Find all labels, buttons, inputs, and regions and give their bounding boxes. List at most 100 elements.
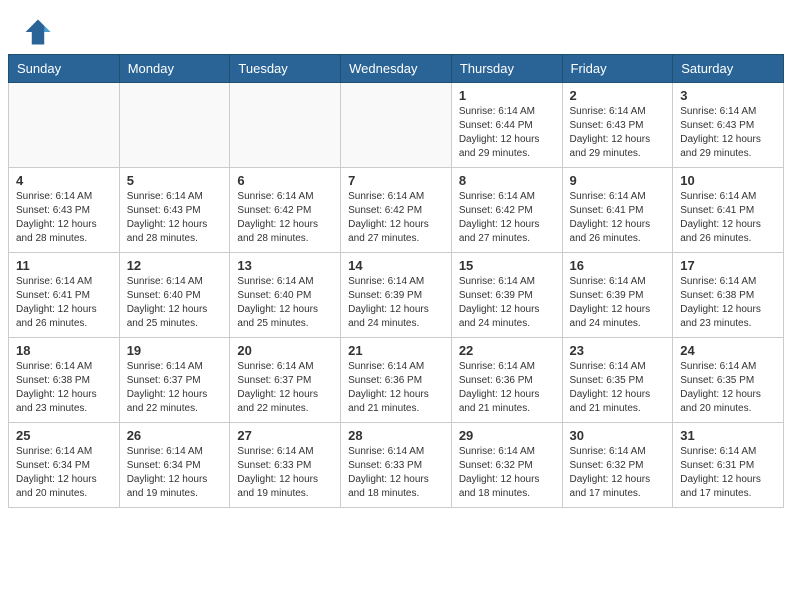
day-number: 3 [680,88,776,103]
day-number: 27 [237,428,333,443]
calendar-table: SundayMondayTuesdayWednesdayThursdayFrid… [8,54,784,508]
day-info: Sunrise: 6:14 AM Sunset: 6:42 PM Dayligh… [237,190,333,246]
day-cell: 29Sunrise: 6:14 AM Sunset: 6:32 PM Dayli… [451,423,562,508]
day-info: Sunrise: 6:14 AM Sunset: 6:33 PM Dayligh… [348,445,444,501]
day-info: Sunrise: 6:14 AM Sunset: 6:39 PM Dayligh… [348,275,444,331]
day-number: 8 [459,173,555,188]
day-cell: 13 Sunrise: 6:14 AM Sunset: 6:40 PM Dayli… [230,253,341,338]
day-cell [119,83,230,168]
day-cell: 20 Sunrise: 6:14 AM Sunset: 6:37 PM Dayli… [230,338,341,423]
day-cell: 19Sunrise: 6:14 AM Sunset: 6:37 PM Dayli… [119,338,230,423]
logo-icon [24,18,52,46]
week-row-2: 4 Sunrise: 6:14 AM Sunset: 6:43 PM Daylig… [9,168,784,253]
day-info: Sunrise: 6:14 AM Sunset: 6:43 PM Dayligh… [570,105,666,161]
day-info: Sunrise: 6:14 AM Sunset: 6:39 PM Dayligh… [459,275,555,331]
day-cell: 30Sunrise: 6:14 AM Sunset: 6:32 PM Dayli… [562,423,673,508]
day-info: Sunrise: 6:14 AM Sunset: 6:34 PM Dayligh… [16,445,112,501]
day-number: 18 [16,343,112,358]
day-cell: 7Sunrise: 6:14 AM Sunset: 6:42 PM Daylig… [341,168,452,253]
day-number: 25 [16,428,112,443]
day-number: 14 [348,258,444,273]
day-info: Sunrise: 6:14 AM Sunset: 6:43 PM Dayligh… [16,190,112,246]
day-cell: 14 Sunrise: 6:14 AM Sunset: 6:39 PM Dayli… [341,253,452,338]
day-info: Sunrise: 6:14 AM Sunset: 6:43 PM Dayligh… [127,190,223,246]
day-info: Sunrise: 6:14 AM Sunset: 6:39 PM Dayligh… [570,275,666,331]
day-number: 12 [127,258,223,273]
day-info: Sunrise: 6:14 AM Sunset: 6:33 PM Dayligh… [237,445,333,501]
day-info: Sunrise: 6:14 AM Sunset: 6:35 PM Dayligh… [570,360,666,416]
week-row-3: 11Sunrise: 6:14 AM Sunset: 6:41 PM Dayli… [9,253,784,338]
day-info: Sunrise: 6:14 AM Sunset: 6:41 PM Dayligh… [680,190,776,246]
day-cell: 11Sunrise: 6:14 AM Sunset: 6:41 PM Dayli… [9,253,120,338]
day-info: Sunrise: 6:14 AM Sunset: 6:36 PM Dayligh… [459,360,555,416]
day-cell: 28 Sunrise: 6:14 AM Sunset: 6:33 PM Dayli… [341,423,452,508]
week-row-1: 1 Sunrise: 6:14 AM Sunset: 6:44 PM Daylig… [9,83,784,168]
day-number: 11 [16,258,112,273]
day-number: 28 [348,428,444,443]
day-number: 10 [680,173,776,188]
weekday-tuesday: Tuesday [230,55,341,83]
day-cell: 6Sunrise: 6:14 AM Sunset: 6:42 PM Daylig… [230,168,341,253]
day-cell: 26Sunrise: 6:14 AM Sunset: 6:34 PM Dayli… [119,423,230,508]
day-number: 16 [570,258,666,273]
day-number: 24 [680,343,776,358]
day-number: 13 [237,258,333,273]
day-cell: 24 Sunrise: 6:14 AM Sunset: 6:35 PM Dayli… [673,338,784,423]
day-number: 23 [570,343,666,358]
calendar-wrapper: SundayMondayTuesdayWednesdayThursdayFrid… [0,54,792,516]
weekday-monday: Monday [119,55,230,83]
day-info: Sunrise: 6:14 AM Sunset: 6:36 PM Dayligh… [348,360,444,416]
day-cell: 10 Sunrise: 6:14 AM Sunset: 6:41 PM Dayli… [673,168,784,253]
day-number: 22 [459,343,555,358]
day-info: Sunrise: 6:14 AM Sunset: 6:38 PM Dayligh… [16,360,112,416]
day-cell: 1 Sunrise: 6:14 AM Sunset: 6:44 PM Daylig… [451,83,562,168]
day-info: Sunrise: 6:14 AM Sunset: 6:44 PM Dayligh… [459,105,555,161]
day-info: Sunrise: 6:14 AM Sunset: 6:32 PM Dayligh… [570,445,666,501]
day-cell: 12 Sunrise: 6:14 AM Sunset: 6:40 PM Dayli… [119,253,230,338]
day-cell: 31 Sunrise: 6:14 AM Sunset: 6:31 PM Dayli… [673,423,784,508]
day-info: Sunrise: 6:14 AM Sunset: 6:35 PM Dayligh… [680,360,776,416]
weekday-friday: Friday [562,55,673,83]
weekday-sunday: Sunday [9,55,120,83]
day-cell: 3 Sunrise: 6:14 AM Sunset: 6:43 PM Daylig… [673,83,784,168]
day-info: Sunrise: 6:14 AM Sunset: 6:38 PM Dayligh… [680,275,776,331]
day-cell: 15 Sunrise: 6:14 AM Sunset: 6:39 PM Dayli… [451,253,562,338]
day-info: Sunrise: 6:14 AM Sunset: 6:32 PM Dayligh… [459,445,555,501]
day-info: Sunrise: 6:14 AM Sunset: 6:31 PM Dayligh… [680,445,776,501]
day-info: Sunrise: 6:14 AM Sunset: 6:42 PM Dayligh… [348,190,444,246]
day-number: 5 [127,173,223,188]
day-number: 2 [570,88,666,103]
day-info: Sunrise: 6:14 AM Sunset: 6:42 PM Dayligh… [459,190,555,246]
weekday-header-row: SundayMondayTuesdayWednesdayThursdayFrid… [9,55,784,83]
day-cell: 4 Sunrise: 6:14 AM Sunset: 6:43 PM Daylig… [9,168,120,253]
week-row-4: 18 Sunrise: 6:14 AM Sunset: 6:38 PM Dayli… [9,338,784,423]
day-info: Sunrise: 6:14 AM Sunset: 6:40 PM Dayligh… [127,275,223,331]
day-number: 20 [237,343,333,358]
day-info: Sunrise: 6:14 AM Sunset: 6:41 PM Dayligh… [570,190,666,246]
day-number: 9 [570,173,666,188]
day-number: 26 [127,428,223,443]
day-number: 4 [16,173,112,188]
day-cell: 9 Sunrise: 6:14 AM Sunset: 6:41 PM Daylig… [562,168,673,253]
day-cell [341,83,452,168]
day-number: 15 [459,258,555,273]
weekday-thursday: Thursday [451,55,562,83]
day-info: Sunrise: 6:14 AM Sunset: 6:37 PM Dayligh… [237,360,333,416]
day-number: 31 [680,428,776,443]
day-info: Sunrise: 6:14 AM Sunset: 6:43 PM Dayligh… [680,105,776,161]
day-cell: 16 Sunrise: 6:14 AM Sunset: 6:39 PM Dayli… [562,253,673,338]
day-info: Sunrise: 6:14 AM Sunset: 6:37 PM Dayligh… [127,360,223,416]
logo [24,18,56,46]
weekday-saturday: Saturday [673,55,784,83]
day-cell [9,83,120,168]
day-cell: 18 Sunrise: 6:14 AM Sunset: 6:38 PM Dayli… [9,338,120,423]
day-number: 21 [348,343,444,358]
week-row-5: 25 Sunrise: 6:14 AM Sunset: 6:34 PM Dayli… [9,423,784,508]
page-header [0,0,792,54]
day-cell: 27 Sunrise: 6:14 AM Sunset: 6:33 PM Dayli… [230,423,341,508]
day-cell: 25 Sunrise: 6:14 AM Sunset: 6:34 PM Dayli… [9,423,120,508]
day-cell: 22 Sunrise: 6:14 AM Sunset: 6:36 PM Dayli… [451,338,562,423]
weekday-wednesday: Wednesday [341,55,452,83]
day-info: Sunrise: 6:14 AM Sunset: 6:40 PM Dayligh… [237,275,333,331]
day-number: 1 [459,88,555,103]
